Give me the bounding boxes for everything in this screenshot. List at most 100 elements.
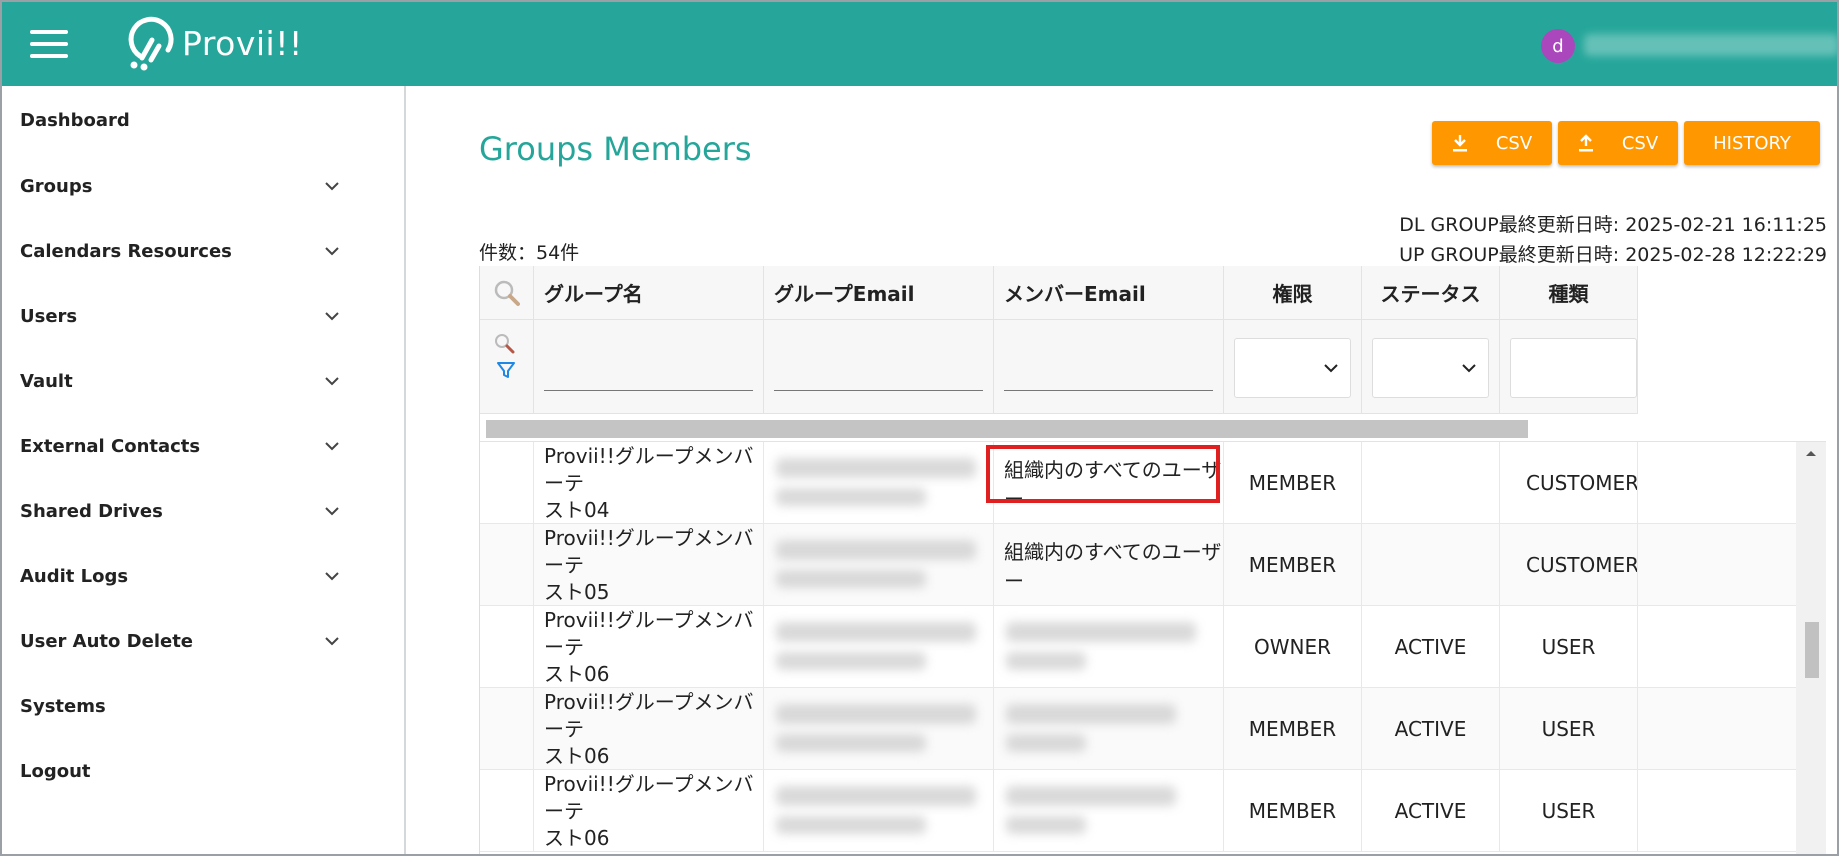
chevron-down-icon xyxy=(325,247,339,256)
search-icon[interactable] xyxy=(492,278,522,308)
chevron-down-icon xyxy=(325,442,339,451)
sidebar-item-label: External Contacts xyxy=(20,435,201,457)
horizontal-scrollbar[interactable] xyxy=(480,414,1826,442)
table-row[interactable]: Provii!!グループメンバーテ スト05 組織内のすべてのユーザー MEMBE… xyxy=(480,524,1796,606)
status-cell xyxy=(1362,524,1500,606)
upload-csv-button[interactable]: CSV xyxy=(1558,121,1678,165)
sidebar-item-label: User Auto Delete xyxy=(20,630,194,652)
vertical-scrollbar-thumb[interactable] xyxy=(1805,622,1819,678)
member-email-filter[interactable] xyxy=(994,320,1224,414)
chevron-down-icon xyxy=(325,637,339,646)
chevron-down-icon xyxy=(325,182,339,191)
column-header-group-email[interactable]: グループEmail xyxy=(764,266,994,320)
filter-icon[interactable] xyxy=(496,360,516,380)
vertical-scrollbar[interactable] xyxy=(1796,442,1826,854)
user-email-redacted[interactable] xyxy=(1584,34,1837,56)
status-filter-select[interactable] xyxy=(1372,338,1489,398)
sidebar-item-logout[interactable]: Logout xyxy=(20,751,340,791)
member-email-cell-redacted xyxy=(994,770,1224,852)
role-cell: MEMBER xyxy=(1224,442,1362,524)
scroll-up-icon[interactable] xyxy=(1804,448,1818,458)
upload-csv-label: CSV xyxy=(1621,132,1659,154)
status-cell: ACTIVE xyxy=(1362,770,1500,852)
sidebar-item-label: Dashboard xyxy=(20,109,130,131)
role-cell: MEMBER xyxy=(1224,688,1362,770)
chevron-down-icon xyxy=(325,312,339,321)
group-name-cell: Provii!!グループメンバーテ スト06 xyxy=(534,606,764,688)
history-label: HISTORY xyxy=(1713,132,1791,154)
type-cell: USER xyxy=(1500,606,1638,688)
download-csv-button[interactable]: CSV xyxy=(1432,121,1552,165)
group-name-cell: Provii!!グループメンバーテ スト06 xyxy=(534,688,764,770)
type-cell: CUSTOMER xyxy=(1500,442,1638,524)
sidebar-item-vault[interactable]: Vault xyxy=(20,361,340,401)
avatar[interactable]: d xyxy=(1541,29,1575,63)
provii-logo-icon xyxy=(128,16,174,71)
column-header-member-email[interactable]: メンバーEmail xyxy=(994,266,1224,320)
history-button[interactable]: HISTORY xyxy=(1684,121,1820,165)
group-email-cell-redacted xyxy=(764,606,994,688)
type-filter-select[interactable] xyxy=(1510,338,1637,398)
role-cell: OWNER xyxy=(1224,606,1362,688)
group-name-cell: Provii!!グループメンバーテ スト06 xyxy=(534,770,764,852)
sidebar-item-groups[interactable]: Groups xyxy=(20,166,340,206)
role-cell: MEMBER xyxy=(1224,524,1362,606)
app-header: Provii!! d xyxy=(2,2,1837,86)
sidebar-item-label: Logout xyxy=(20,760,91,782)
sidebar-item-audit-logs[interactable]: Audit Logs xyxy=(20,556,340,596)
brand-name: Provii!! xyxy=(182,23,303,63)
sidebar-item-label: Calendars Resources xyxy=(20,240,232,262)
sidebar-item-label: Users xyxy=(20,305,78,327)
table-row[interactable]: Provii!!グループメンバーテ スト06 MEMBER ACTIVE USER xyxy=(480,688,1796,770)
table-row[interactable]: Provii!!グループメンバーテ スト06 MEMBER ACTIVE USER xyxy=(480,770,1796,852)
upload-icon xyxy=(1578,134,1593,152)
dl-group-updated: DL GROUP最終更新日時: 2025-02-21 16:11:25 xyxy=(1399,214,1827,236)
group-name-filter[interactable] xyxy=(534,320,764,414)
column-header-role[interactable]: 権限 xyxy=(1224,266,1362,320)
highlight-box xyxy=(986,445,1220,503)
column-header-group-name[interactable]: グループ名 xyxy=(534,266,764,320)
group-name-cell: Provii!!グループメンバーテ スト05 xyxy=(534,524,764,606)
group-email-cell-redacted xyxy=(764,688,994,770)
chevron-down-icon xyxy=(325,507,339,516)
sidebar-item-users[interactable]: Users xyxy=(20,296,340,336)
sidebar-item-label: Groups xyxy=(20,175,93,197)
sidebar-item-external-contacts[interactable]: External Contacts xyxy=(20,426,340,466)
group-email-cell-redacted xyxy=(764,770,994,852)
download-icon xyxy=(1452,135,1467,152)
table-row[interactable]: Provii!!グループメンバーテ スト06 OWNER ACTIVE USER xyxy=(480,606,1796,688)
chevron-down-icon xyxy=(325,377,339,386)
status-cell: ACTIVE xyxy=(1362,688,1500,770)
sidebar-item-label: Shared Drives xyxy=(20,500,163,522)
role-filter-select[interactable] xyxy=(1234,338,1351,398)
member-email-cell: 組織内のすべてのユーザー xyxy=(994,524,1224,606)
sidebar-item-user-auto-delete[interactable]: User Auto Delete xyxy=(20,621,340,661)
up-group-updated: UP GROUP最終更新日時: 2025-02-28 12:22:29 xyxy=(1399,244,1827,266)
brand-logo[interactable]: Provii!! xyxy=(122,14,303,72)
column-header-type[interactable]: 種類 xyxy=(1500,266,1638,320)
group-name-cell: Provii!!グループメンバーテ スト04 xyxy=(534,442,764,524)
member-email-cell-redacted xyxy=(994,688,1224,770)
sidebar-item-systems[interactable]: Systems xyxy=(20,686,340,726)
search-icon[interactable] xyxy=(493,332,517,356)
status-cell: ACTIVE xyxy=(1362,606,1500,688)
chevron-down-icon xyxy=(1462,364,1476,373)
group-email-filter[interactable] xyxy=(764,320,994,414)
sidebar-item-label: Systems xyxy=(20,695,106,717)
members-table: グループ名 グループEmail メンバーEmail 権限 ステータス 種類 Pr… xyxy=(479,266,1826,854)
menu-icon[interactable] xyxy=(30,30,68,58)
page-title: Groups Members xyxy=(479,130,752,168)
sidebar: Dashboard Groups Calendars Resources Use… xyxy=(2,86,406,854)
horizontal-scrollbar-thumb[interactable] xyxy=(486,420,1528,438)
sidebar-item-dashboard[interactable]: Dashboard xyxy=(20,100,340,140)
column-search-header[interactable] xyxy=(480,266,534,320)
column-header-status[interactable]: ステータス xyxy=(1362,266,1500,320)
sidebar-item-shared-drives[interactable]: Shared Drives xyxy=(20,491,340,531)
group-email-cell-redacted xyxy=(764,524,994,606)
chevron-down-icon xyxy=(1324,364,1338,373)
sidebar-item-label: Audit Logs xyxy=(20,565,129,587)
status-cell xyxy=(1362,442,1500,524)
sidebar-item-label: Vault xyxy=(20,370,73,392)
main-content: Groups Members CSV CSV HISTORY DL GROUP最… xyxy=(408,86,1837,854)
sidebar-item-calendars-resources[interactable]: Calendars Resources xyxy=(20,231,340,271)
